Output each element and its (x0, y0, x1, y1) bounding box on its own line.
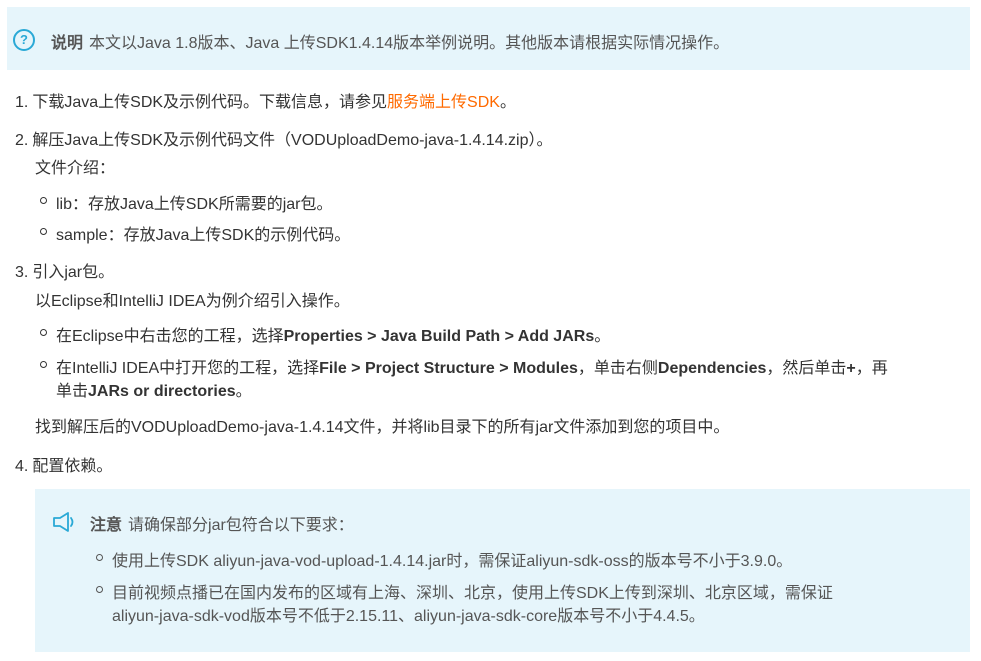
bullet-icon (40, 228, 47, 235)
import-outro: 找到解压后的VODUploadDemo-java-1.4.14文件，并将lib目… (35, 419, 730, 436)
step-number: 1. (15, 94, 29, 111)
list-item: 在Eclipse中右击您的工程，选择Properties > Java Buil… (40, 322, 610, 346)
list-item: 在IntelliJ IDEA中打开您的工程，选择File > Project S… (40, 354, 888, 378)
info-callout: ? 说明 本文以Java 1.8版本、Java 上传SDK1.4.14版本举例说明… (7, 7, 970, 70)
bullet-icon (40, 329, 47, 336)
step-text: 下载Java上传SDK及示例代码。下载信息，请参见 (32, 94, 388, 111)
step-3: 3. 引入jar包。 (15, 258, 114, 282)
note-heading: 注意 请确保部分jar包符合以下要求： (90, 511, 354, 535)
list-item: 使用上传SDK aliyun-java-vod-upload-1.4.14.ja… (96, 547, 792, 571)
bullet-icon (96, 586, 103, 593)
bullet-icon (40, 197, 47, 204)
question-circle-icon: ? (13, 29, 35, 51)
step-number: 3. (15, 264, 29, 281)
step-1: 1. 下载Java上传SDK及示例代码。下载信息，请参见服务端上传SDK。 (15, 88, 516, 112)
speaker-icon (53, 512, 74, 532)
import-intro: 以Eclipse和IntelliJ IDEA为例介绍引入操作。 (35, 293, 350, 310)
step-text: 配置依赖。 (32, 458, 113, 475)
list-item-continued: 单击JARs or directories。 (56, 383, 252, 400)
step-text: 引入jar包。 (32, 264, 115, 281)
info-title: 说明 (51, 35, 84, 52)
file-intro: 文件介绍： (35, 160, 116, 177)
step-text: 解压Java上传SDK及示例代码文件（VODUploadDemo-java-1.… (32, 132, 553, 149)
step-2: 2. 解压Java上传SDK及示例代码文件（VODUploadDemo-java-… (15, 126, 553, 150)
step-text-end: 。 (499, 94, 516, 111)
note-title: 注意 (90, 517, 123, 534)
note-text: 请确保部分jar包符合以下要求： (128, 517, 354, 534)
jars-label: JARs or directories (88, 383, 236, 400)
bullet-icon (40, 361, 47, 368)
step-number: 2. (15, 132, 29, 149)
list-item-continued: aliyun-java-sdk-vod版本号不低于2.15.11、aliyun-… (112, 608, 705, 625)
list-item: lib：存放Java上传SDK所需要的jar包。 (40, 190, 333, 214)
bullet-icon (96, 554, 103, 561)
step-number: 4. (15, 458, 29, 475)
step-4: 4. 配置依赖。 (15, 452, 112, 476)
note-callout: 注意 请确保部分jar包符合以下要求： 使用上传SDK aliyun-java-v… (35, 489, 970, 652)
menu-path: Properties > Java Build Path > Add JARs (283, 328, 595, 345)
server-upload-sdk-link[interactable]: 服务端上传SDK (387, 94, 500, 111)
menu-path: File > Project Structure > Modules (319, 360, 578, 377)
list-item: 目前视频点播已在国内发布的区域有上海、深圳、北京，使用上传SDK上传到深圳、北京… (96, 579, 833, 603)
plus-label: + (846, 360, 856, 377)
info-text: 说明 本文以Java 1.8版本、Java 上传SDK1.4.14版本举例说明。其… (51, 29, 729, 53)
list-item: sample：存放Java上传SDK的示例代码。 (40, 221, 350, 245)
dependencies-label: Dependencies (657, 360, 767, 377)
info-body: 本文以Java 1.8版本、Java 上传SDK1.4.14版本举例说明。其他版… (89, 35, 730, 52)
